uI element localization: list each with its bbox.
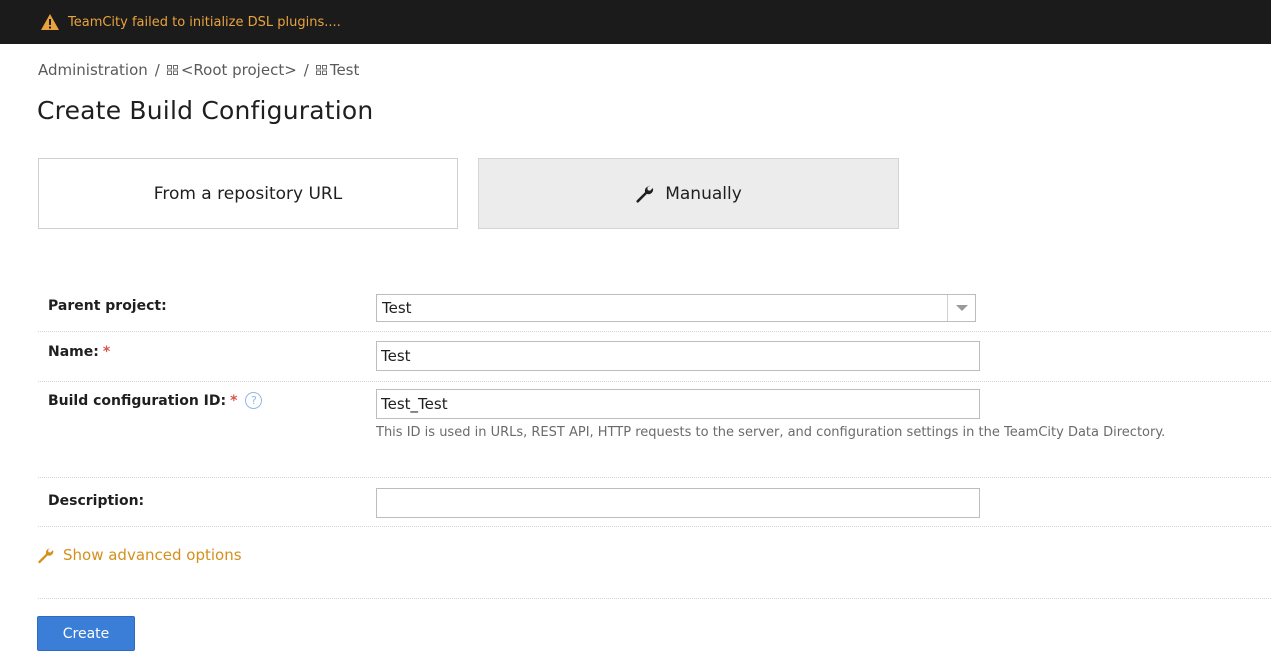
from-repository-url-label: From a repository URL	[153, 183, 343, 204]
banner-message[interactable]: TeamCity failed to initialize DSL plugin…	[68, 15, 341, 30]
create-button[interactable]: Create	[37, 616, 135, 651]
wrench-icon	[636, 184, 654, 203]
breadcrumb-root-label: <Root project>	[180, 61, 297, 79]
parent-project-select[interactable]: Test	[376, 294, 976, 322]
build-config-id-row: Build configuration ID: * ? This ID is u…	[38, 382, 1271, 478]
wrench-icon	[38, 547, 54, 563]
parent-project-row: Parent project: Test	[38, 284, 1271, 332]
build-config-id-field[interactable]	[376, 389, 980, 419]
breadcrumb-separator: /	[154, 61, 160, 79]
description-label-text: Description:	[48, 493, 145, 509]
description-row: Description:	[38, 478, 1271, 527]
breadcrumb-separator: /	[303, 61, 309, 79]
warning-banner: TeamCity failed to initialize DSL plugin…	[0, 0, 1271, 44]
build-config-id-label: Build configuration ID: * ?	[48, 392, 263, 409]
required-marker: *	[102, 344, 111, 360]
build-config-id-label-text: Build configuration ID:	[48, 392, 227, 409]
parent-project-label: Parent project:	[48, 298, 167, 314]
warning-icon	[41, 14, 59, 30]
build-config-form: Parent project: Test Name: * Build confi…	[38, 284, 1271, 527]
description-field[interactable]	[376, 488, 980, 518]
name-row: Name: *	[38, 332, 1271, 382]
project-icon	[315, 65, 327, 75]
parent-project-value: Test	[382, 299, 412, 317]
breadcrumb-test-project[interactable]: Test	[315, 61, 360, 79]
parent-project-label-text: Parent project:	[48, 298, 167, 314]
manually-label: Manually	[665, 183, 742, 204]
breadcrumb-root-project[interactable]: <Root project>	[166, 61, 297, 79]
breadcrumb-test-label: Test	[329, 61, 360, 79]
project-icon	[166, 65, 178, 75]
manually-button[interactable]: Manually	[478, 158, 899, 229]
from-repository-url-button[interactable]: From a repository URL	[38, 158, 458, 229]
show-advanced-options-link[interactable]: Show advanced options	[37, 546, 242, 564]
build-config-id-hint: This ID is used in URLs, REST API, HTTP …	[376, 425, 1166, 440]
help-icon[interactable]: ?	[245, 392, 263, 409]
breadcrumb: Administration / <Root project> / Test	[38, 61, 359, 79]
chevron-down-icon[interactable]	[947, 295, 975, 321]
page-title: Create Build Configuration	[37, 96, 374, 125]
divider	[38, 598, 1271, 599]
name-label-text: Name:	[48, 344, 99, 360]
name-label: Name: *	[48, 344, 110, 360]
show-advanced-options-label: Show advanced options	[63, 546, 242, 564]
breadcrumb-administration[interactable]: Administration	[38, 61, 148, 79]
name-field[interactable]	[376, 341, 980, 371]
description-label: Description:	[48, 493, 144, 509]
required-marker: *	[230, 392, 238, 409]
